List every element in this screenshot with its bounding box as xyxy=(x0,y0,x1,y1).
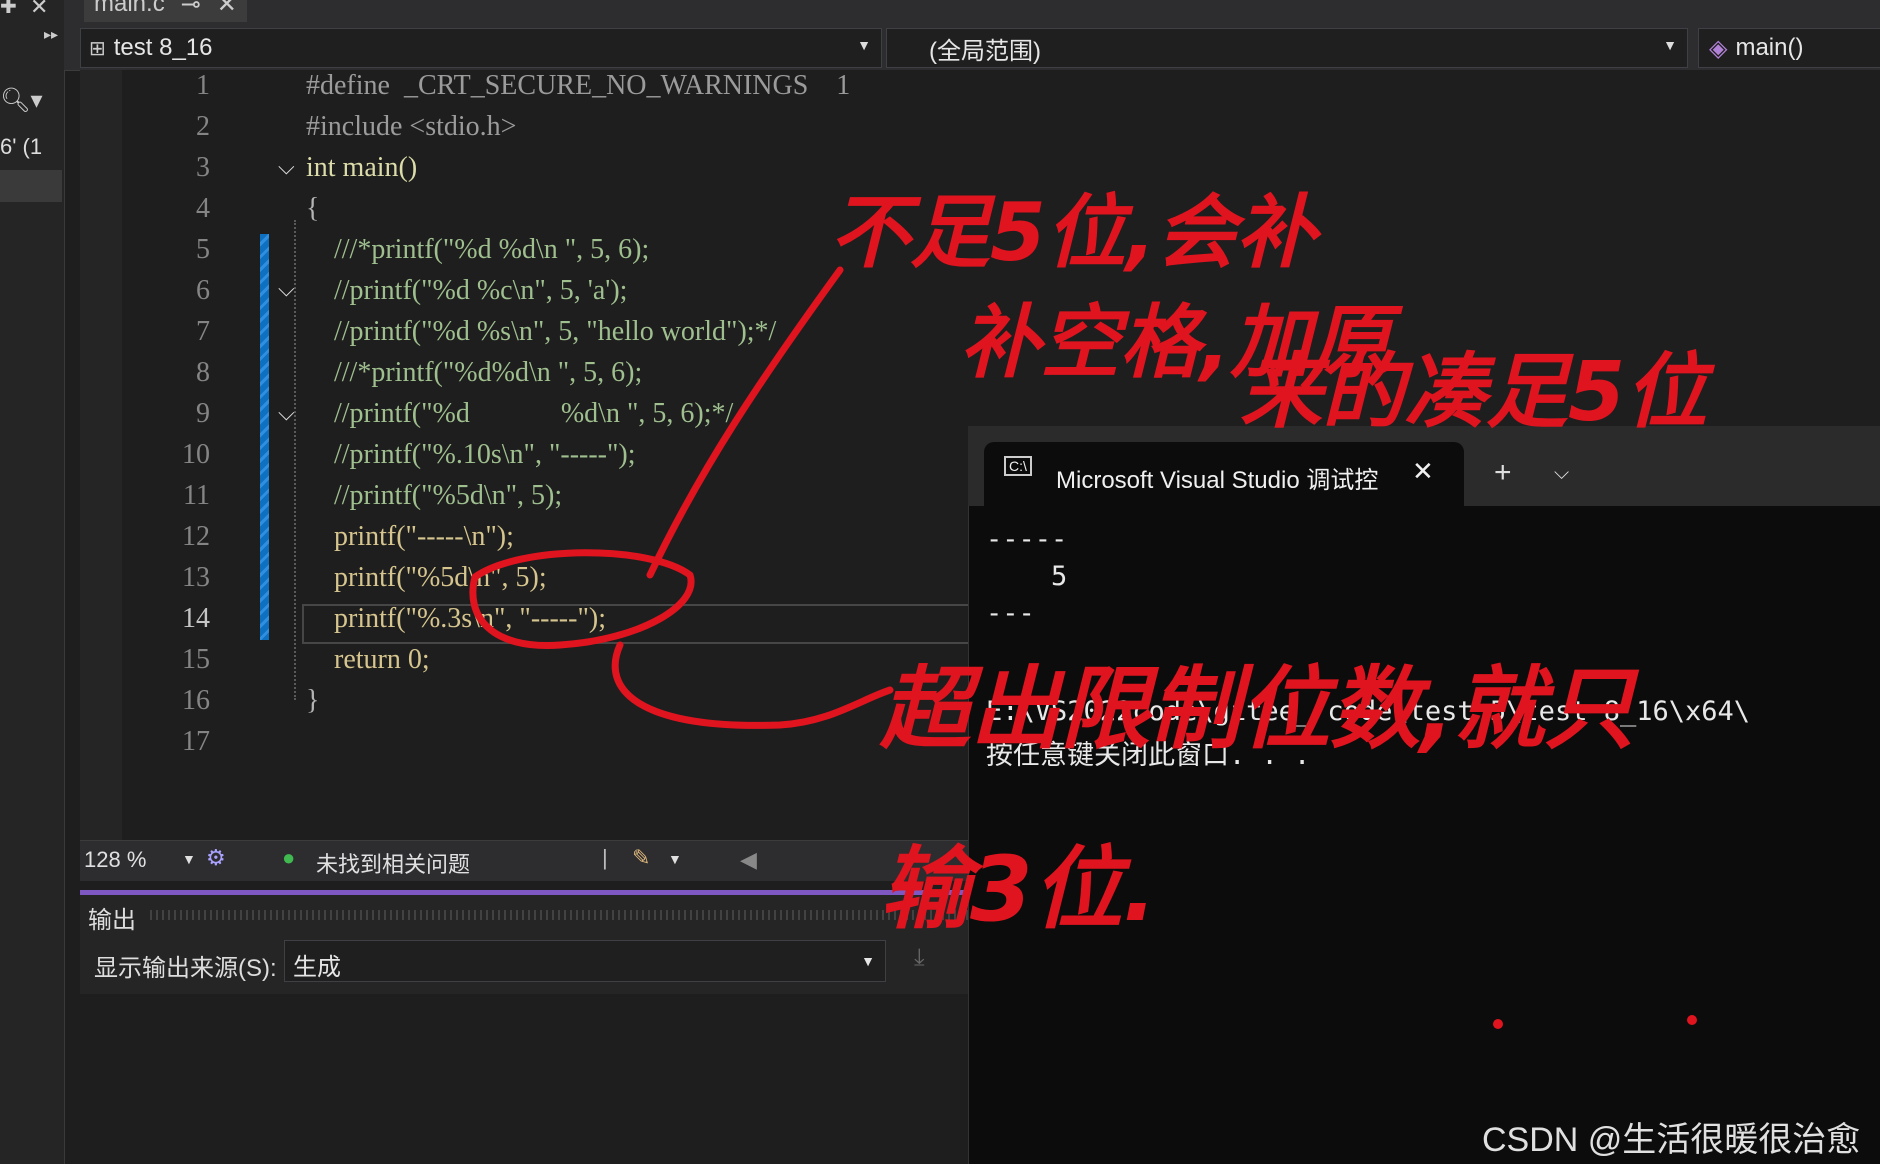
word-wrap-icon[interactable]: ⤓ xyxy=(914,944,925,972)
code-line[interactable]: ///*printf("%d %d\n ", 5, 6); xyxy=(306,234,649,266)
project-name: test 8_16 xyxy=(113,34,213,61)
line-number: 11 xyxy=(183,480,210,511)
console-line: E:\VS2022code\gitee_ code\test 5\test 8_… xyxy=(986,696,1751,727)
pin-icon[interactable]: ⊸ xyxy=(181,0,201,19)
line-number: 16 xyxy=(182,685,210,716)
project-dropdown[interactable]: ⊞ test 8_16 ▼ xyxy=(80,28,882,68)
fold-chevron-icon[interactable]: ⌵ xyxy=(278,276,295,302)
chevron-down-icon: ▼ xyxy=(861,953,875,969)
check-circle-icon: ● xyxy=(282,845,296,870)
editor-gutter xyxy=(80,70,122,840)
scope-dropdown[interactable]: (全局范围) ▼ xyxy=(886,28,1688,68)
search-icon[interactable]: 🔍︎▾ xyxy=(0,86,58,114)
chevron-down-icon: ▼ xyxy=(1663,37,1677,53)
new-tab-icon[interactable]: + xyxy=(1494,456,1512,490)
console-line: 5 xyxy=(986,561,1068,592)
tab-title: main.c xyxy=(94,0,165,17)
line-number: 6 xyxy=(196,275,210,306)
line-number: 2 xyxy=(196,111,210,142)
solution-crumb: 6' (1 xyxy=(0,134,43,159)
cube-icon: ◈ xyxy=(1709,34,1728,62)
code-line[interactable]: printf("%.3s\n", "-----"); xyxy=(306,603,606,635)
line-number: 3 xyxy=(196,152,210,183)
issues-status[interactable]: 未找到相关问题 xyxy=(316,847,470,879)
line-number: 15 xyxy=(182,644,210,675)
panel-grip[interactable] xyxy=(150,910,970,920)
code-line[interactable]: //printf("%5d\n", 5); xyxy=(306,480,562,512)
code-line[interactable]: //printf("%d %s\n", 5, "hello world");*/ xyxy=(306,316,776,348)
function-name: main() xyxy=(1735,34,1804,61)
close-icon[interactable]: ✕ xyxy=(30,0,48,20)
editor-status-bar: 128 % ▼ ⚙ ● 未找到相关问题 | ✎ ▼ ◀ xyxy=(80,840,980,881)
chevron-down-icon[interactable]: ▼ xyxy=(182,851,196,867)
line-number: 5 xyxy=(196,234,210,265)
intellicode-icon[interactable]: ⚙ xyxy=(206,845,226,871)
function-dropdown[interactable]: ◈ main() xyxy=(1698,28,1880,68)
code-line[interactable]: printf("-----\n"); xyxy=(306,521,514,553)
scope-name: (全局范围) xyxy=(929,37,1041,65)
pin-icon[interactable]: ✚ xyxy=(0,0,17,19)
code-line[interactable]: //printf("%d %d\n ", 5, 6);*/ xyxy=(306,398,733,430)
line-number: 10 xyxy=(182,439,210,470)
debug-console-window[interactable] xyxy=(968,426,1880,1164)
chevron-down-icon[interactable]: ⌵ xyxy=(1554,462,1569,485)
console-line: --- xyxy=(986,598,1035,629)
console-title: Microsoft Visual Studio 调试控 xyxy=(1056,467,1379,494)
line-number: 12 xyxy=(182,521,210,552)
chevron-down-icon[interactable]: ▼ xyxy=(668,851,682,867)
code-line[interactable]: #include <stdio.h> xyxy=(306,111,516,143)
close-icon[interactable]: ✕ xyxy=(1412,456,1434,487)
output-source-select[interactable]: 生成 ▼ xyxy=(284,940,886,982)
divider: | xyxy=(602,845,608,870)
console-line: 按任意键关闭此窗口. . . xyxy=(986,740,1311,771)
line-number: 17 xyxy=(182,726,210,757)
code-line[interactable]: printf("%5d\n", 5); xyxy=(306,562,547,594)
fold-chevron-icon[interactable]: ⌵ xyxy=(278,400,295,426)
code-line[interactable]: } xyxy=(306,685,319,717)
output-text-area[interactable] xyxy=(80,994,980,1164)
left-tool-strip: ✚ ✕ ▸▸ 🔍︎▾ 6' (1 xyxy=(0,0,65,1164)
line-number: 4 xyxy=(196,193,210,224)
terminal-icon: C:\ xyxy=(1004,456,1032,476)
cleanup-broom-icon[interactable]: ✎ xyxy=(632,845,650,871)
fold-chevron-icon[interactable]: ⌵ xyxy=(278,154,295,180)
line-number: 13 xyxy=(182,562,210,593)
scroll-left-icon[interactable]: ◀ xyxy=(740,847,757,873)
line-number: 8 xyxy=(196,357,210,388)
line-number: 9 xyxy=(196,398,210,429)
tab-main-c[interactable]: main.c ⊸ ✕ xyxy=(84,0,247,22)
code-line[interactable]: //printf("%d %c\n", 5, 'a'); xyxy=(306,275,627,307)
code-line[interactable]: //printf("%.10s\n", "-----"); xyxy=(306,439,636,471)
tab-strip xyxy=(64,0,1880,24)
line-number: 1 xyxy=(196,70,210,101)
close-icon[interactable]: ✕ xyxy=(217,0,237,19)
output-source-label: 显示输出来源(S): xyxy=(94,955,277,982)
output-panel-title: 输出 xyxy=(88,907,136,934)
code-line[interactable]: ///*printf("%d%d\n ", 5, 6); xyxy=(306,357,642,389)
console-tab[interactable]: C:\ Microsoft Visual Studio 调试控 ✕ xyxy=(984,442,1464,506)
project-icon: ⊞ xyxy=(89,37,106,60)
code-line[interactable]: { xyxy=(306,193,319,225)
selected-item[interactable] xyxy=(0,170,62,202)
code-line[interactable]: int main() xyxy=(306,152,417,184)
change-tracking-bar xyxy=(260,234,269,640)
code-line[interactable]: return 0; xyxy=(306,644,430,676)
watermark: CSDN @生活很暖很治愈 xyxy=(1482,1121,1861,1159)
chevron-down-icon: ▼ xyxy=(857,37,871,53)
output-source-value: 生成 xyxy=(293,954,341,981)
line-number: 14 xyxy=(182,603,210,634)
console-line: ----- xyxy=(986,524,1068,555)
overflow-icon[interactable]: ▸▸ xyxy=(44,26,58,43)
line-number: 7 xyxy=(196,316,210,347)
zoom-level[interactable]: 128 % xyxy=(84,847,146,873)
code-line[interactable]: #define _CRT_SECURE_NO_WARNINGS 1 xyxy=(306,70,850,102)
